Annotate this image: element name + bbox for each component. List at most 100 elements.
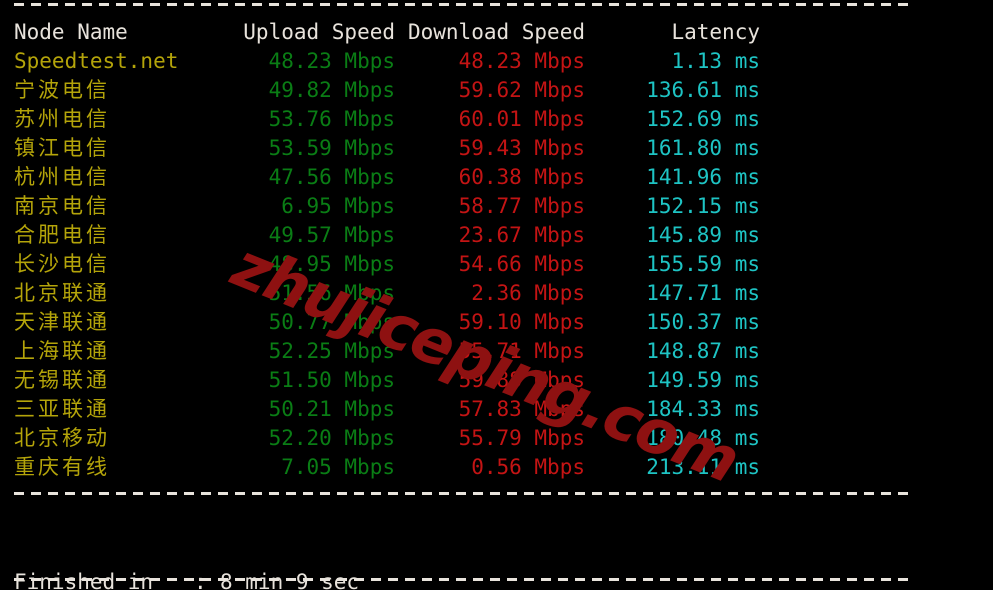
latency-cell: 213.11 ms [646,455,760,479]
download-speed-cell: 59.88 Mbps [458,368,585,392]
node-name-cell: 镇江电信 [14,136,110,160]
table-row: Speedtest.net 48.23 Mbps 48.23 Mbps 1.13 ms [0,47,993,76]
node-name-cell: 宁波电信 [14,78,110,102]
download-speed-cell: 59.62 Mbps [458,78,585,102]
download-speed-cell: 48.23 Mbps [458,49,585,73]
download-speed-cell: 59.10 Mbps [458,310,585,334]
latency-cell: 152.69 ms [646,107,760,131]
table-row: 宁波电信 49.82 Mbps 59.62 Mbps 136.61 ms [0,76,993,105]
download-speed-cell: 55.71 Mbps [458,339,585,363]
terminal-window: Node Name Upload Speed Download Speed La… [0,0,993,590]
row-spacer-cell [760,192,993,221]
download-speed-cell: 23.67 Mbps [458,223,585,247]
table-row: 北京移动 52.20 Mbps 55.79 Mbps 180.48 ms [0,424,993,453]
upload-speed-cell: 51.50 Mbps [268,368,395,392]
upload-speed-cell: 51.56 Mbps [268,281,395,305]
row-spacer-cell [760,366,993,395]
download-speed-cell: 54.66 Mbps [458,252,585,276]
row-spacer-cell [760,105,993,134]
column-header-latency: Latency [671,20,760,44]
table-row: 重庆有线 7.05 Mbps 0.56 Mbps 213.11 ms [0,453,993,482]
latency-cell: 136.61 ms [646,78,760,102]
upload-speed-cell: 50.21 Mbps [268,397,395,421]
node-name-cell: 北京移动 [14,426,110,450]
row-spacer-cell [760,337,993,366]
download-speed-cell: 59.43 Mbps [458,136,585,160]
row-spacer-cell [760,453,993,482]
row-spacer-cell [760,221,993,250]
row-spacer-cell [760,395,993,424]
upload-speed-cell: 47.56 Mbps [268,165,395,189]
table-row: 合肥电信 49.57 Mbps 23.67 Mbps 145.89 ms [0,221,993,250]
node-name-cell: 苏州电信 [14,107,110,131]
upload-speed-cell: 48.95 Mbps [268,252,395,276]
upload-speed-cell: 50.77 Mbps [268,310,395,334]
latency-cell: 141.96 ms [646,165,760,189]
download-speed-cell: 2.36 Mbps [471,281,585,305]
row-spacer-cell [760,250,993,279]
upload-speed-cell: 53.59 Mbps [268,136,395,160]
row-spacer-cell [760,76,993,105]
table-body: Speedtest.net 48.23 Mbps 48.23 Mbps 1.13 ms… [0,47,993,482]
upload-speed-cell: 6.95 Mbps [281,194,395,218]
table-row: 天津联通 50.77 Mbps 59.10 Mbps 150.37 ms [0,308,993,337]
download-speed-cell: 60.01 Mbps [458,107,585,131]
row-spacer-cell [760,279,993,308]
node-name-cell: 南京电信 [14,194,110,218]
table-row: 苏州电信 53.76 Mbps 60.01 Mbps 152.69 ms [0,105,993,134]
speedtest-results-table: Node Name Upload Speed Download Speed La… [0,18,993,482]
latency-cell: 155.59 ms [646,252,760,276]
node-name-cell: 上海联通 [14,339,110,363]
upload-speed-cell: 49.57 Mbps [268,223,395,247]
row-spacer-cell [760,308,993,337]
row-spacer-cell [760,163,993,192]
table-row: 北京联通 51.56 Mbps 2.36 Mbps 147.71 ms [0,279,993,308]
latency-cell: 145.89 ms [646,223,760,247]
node-name-cell: Speedtest.net [14,49,179,73]
node-name-cell: 三亚联通 [14,397,110,421]
upload-speed-cell: 52.20 Mbps [268,426,395,450]
download-speed-cell: 55.79 Mbps [458,426,585,450]
table-row: 无锡联通 51.50 Mbps 59.88 Mbps 149.59 ms [0,366,993,395]
row-spacer-cell [760,134,993,163]
upload-speed-cell: 49.82 Mbps [268,78,395,102]
upload-speed-cell: 48.23 Mbps [268,49,395,73]
separator-rule-top [14,3,914,6]
column-header-download-speed: Download Speed [407,20,585,44]
table-row: 南京电信 6.95 Mbps 58.77 Mbps 152.15 ms [0,192,993,221]
node-name-cell: 杭州电信 [14,165,110,189]
latency-cell: 149.59 ms [646,368,760,392]
separator-rule-bottom [14,578,914,581]
upload-speed-cell: 52.25 Mbps [268,339,395,363]
table-header: Node Name Upload Speed Download Speed La… [0,18,993,47]
latency-cell: 152.15 ms [646,194,760,218]
latency-cell: 180.48 ms [646,426,760,450]
latency-cell: 1.13 ms [671,49,760,73]
latency-cell: 148.87 ms [646,339,760,363]
table-row: 上海联通 52.25 Mbps 55.71 Mbps 148.87 ms [0,337,993,366]
node-name-cell: 合肥电信 [14,223,110,247]
download-speed-cell: 60.38 Mbps [458,165,585,189]
row-spacer-cell [760,47,993,76]
node-name-cell: 重庆有线 [14,455,110,479]
node-name-cell: 无锡联通 [14,368,110,392]
table-header-row: Node Name Upload Speed Download Speed La… [0,18,993,47]
latency-cell: 184.33 ms [646,397,760,421]
latency-cell: 150.37 ms [646,310,760,334]
node-name-cell: 天津联通 [14,310,110,334]
upload-speed-cell: 53.76 Mbps [268,107,395,131]
download-speed-cell: 0.56 Mbps [471,455,585,479]
table-row: 三亚联通 50.21 Mbps 57.83 Mbps 184.33 ms [0,395,993,424]
separator-rule-middle [14,492,914,495]
download-speed-cell: 58.77 Mbps [458,194,585,218]
table-row: 长沙电信 48.95 Mbps 54.66 Mbps 155.59 ms [0,250,993,279]
column-header-upload-speed: Upload Speed [243,20,395,44]
upload-speed-cell: 7.05 Mbps [281,455,395,479]
latency-cell: 147.71 ms [646,281,760,305]
download-speed-cell: 57.83 Mbps [458,397,585,421]
node-name-cell: 长沙电信 [14,252,110,276]
node-name-cell: 北京联通 [14,281,110,305]
column-header-node-name: Node Name [14,20,128,44]
latency-cell: 161.80 ms [646,136,760,160]
column-header-spacer [760,18,993,47]
